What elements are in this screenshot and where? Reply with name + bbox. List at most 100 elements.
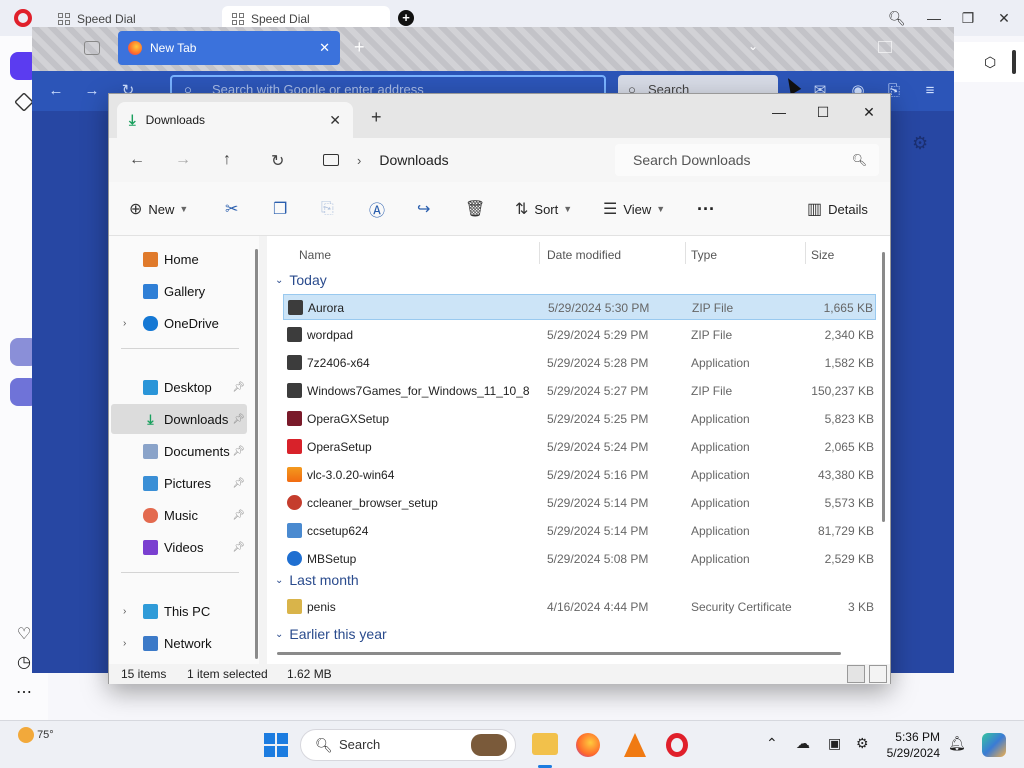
tiles-view-button[interactable] xyxy=(869,665,887,683)
chevron-up-icon[interactable]: ⌃ xyxy=(766,735,778,752)
notification-bell-icon[interactable]: 🔔︎ xyxy=(948,735,966,752)
chevron-right-icon[interactable]: › xyxy=(123,606,126,617)
copilot-icon[interactable] xyxy=(982,733,1006,757)
opera-taskbar-icon[interactable] xyxy=(666,733,688,757)
restore-icon[interactable]: ❐ xyxy=(960,10,976,26)
display-icon[interactable]: ▣ xyxy=(828,735,841,752)
close-icon[interactable]: ✕ xyxy=(996,10,1012,26)
pin-icon[interactable]: 📌︎ xyxy=(232,510,245,521)
column-header-type[interactable]: Type xyxy=(691,242,717,268)
back-icon[interactable]: ← xyxy=(48,83,64,99)
chevron-right-icon[interactable]: › xyxy=(123,318,126,329)
chevron-right-icon[interactable]: › xyxy=(123,638,126,649)
tab-list-icon[interactable] xyxy=(84,41,100,55)
explorer-tab-downloads[interactable]: ⤓ Downloads ✕ xyxy=(117,102,353,138)
close-tab-icon[interactable]: ✕ xyxy=(329,112,341,129)
pin-icon[interactable]: 📌︎ xyxy=(232,446,245,457)
maximize-button[interactable]: ☐ xyxy=(811,100,835,124)
share-button[interactable]: ↪ xyxy=(417,198,436,220)
horizontal-scrollbar[interactable] xyxy=(277,652,841,655)
column-divider[interactable] xyxy=(805,242,806,264)
rename-button[interactable]: Ⓐ xyxy=(369,198,391,220)
column-header-name[interactable]: Name xyxy=(299,242,331,268)
menu-bar-icon[interactable] xyxy=(1012,50,1016,74)
vlc-taskbar-icon[interactable] xyxy=(624,733,646,757)
taskbar-search[interactable]: 🔍︎ Search xyxy=(300,729,516,761)
nav-scrollbar[interactable] xyxy=(255,249,258,659)
cut-button[interactable]: ✂ xyxy=(225,198,244,220)
nav-item-this-pc[interactable]: › This PC xyxy=(111,596,247,626)
back-button[interactable]: ← xyxy=(129,151,145,169)
opera-new-tab-button[interactable]: + xyxy=(398,10,414,26)
file-row[interactable]: wordpad 5/29/2024 5:29 PM ZIP File 2,340… xyxy=(283,322,876,348)
nav-item-pictures[interactable]: Pictures 📌︎ xyxy=(111,468,247,498)
breadcrumb[interactable]: › Downloads xyxy=(315,144,605,176)
group-header-earlier-this-year[interactable]: ⌄ Earlier this year xyxy=(275,626,387,642)
windows-start-icon[interactable] xyxy=(264,733,288,757)
refresh-button[interactable]: ↻ xyxy=(271,151,284,171)
file-row[interactable]: vlc-3.0.20-win64 5/29/2024 5:16 PM Appli… xyxy=(283,462,876,488)
nav-item-desktop[interactable]: Desktop 📌︎ xyxy=(111,372,247,402)
sort-button[interactable]: ⇅ Sort ▼ xyxy=(515,198,572,220)
forward-button[interactable]: → xyxy=(175,151,191,169)
file-row[interactable]: OperaGXSetup 5/29/2024 5:25 PM Applicati… xyxy=(283,406,876,432)
gear-icon[interactable]: ⚙ xyxy=(912,133,928,154)
new-tab-icon[interactable]: + xyxy=(371,107,382,128)
firefox-tab-new-tab[interactable]: New Tab ✕ xyxy=(118,31,340,65)
group-header-today[interactable]: ⌄ Today xyxy=(275,272,327,288)
more-icon[interactable]: ⋯ xyxy=(10,682,38,710)
opera-logo-icon[interactable] xyxy=(14,9,32,27)
file-row[interactable]: ccsetup624 5/29/2024 5:14 PM Application… xyxy=(283,518,876,544)
settings-toggle-icon[interactable]: ⚙ xyxy=(856,735,869,752)
file-row[interactable]: Aurora 5/29/2024 5:30 PM ZIP File 1,665 … xyxy=(283,294,876,320)
column-header-size[interactable]: Size xyxy=(811,242,834,268)
vertical-scrollbar[interactable] xyxy=(882,252,885,522)
weather-widget[interactable]: 75° xyxy=(18,727,54,743)
nav-item-network[interactable]: › Network xyxy=(111,628,247,658)
group-header-last-month[interactable]: ⌄ Last month xyxy=(275,572,359,588)
nav-item-onedrive[interactable]: › OneDrive xyxy=(111,308,247,338)
nav-item-downloads[interactable]: ⤓ Downloads 📌︎ xyxy=(111,404,247,434)
details-view-button[interactable] xyxy=(847,665,865,683)
file-row[interactable]: ccleaner_browser_setup 5/29/2024 5:14 PM… xyxy=(283,490,876,516)
column-divider[interactable] xyxy=(539,242,540,264)
copy-button[interactable]: ❐ xyxy=(273,198,293,220)
details-button[interactable]: ▥ Details xyxy=(807,198,868,220)
file-row[interactable]: MBSetup 5/29/2024 5:08 PM Application 2,… xyxy=(283,546,876,572)
network-offline-icon[interactable]: ☁ xyxy=(796,735,810,752)
file-row[interactable]: 7z2406-x64 5/29/2024 5:28 PM Application… xyxy=(283,350,876,376)
file-row[interactable]: penis 4/16/2024 4:44 PM Security Certifi… xyxy=(283,594,876,620)
pin-icon[interactable]: 📌︎ xyxy=(232,478,245,489)
pinboard-icon[interactable] xyxy=(14,92,34,112)
minimize-icon[interactable]: — xyxy=(926,10,942,26)
extension-box-icon[interactable]: ⬡ xyxy=(984,54,996,71)
breadcrumb-downloads[interactable]: Downloads xyxy=(379,152,448,168)
hamburger-menu-icon[interactable]: ≡ xyxy=(922,83,938,99)
pin-icon[interactable]: 📌︎ xyxy=(232,542,245,553)
new-button[interactable]: ⊕ New ▼ xyxy=(129,198,188,220)
column-divider[interactable] xyxy=(685,242,686,264)
file-explorer-taskbar-icon[interactable] xyxy=(532,733,558,755)
minimize-button[interactable]: — xyxy=(767,100,791,124)
new-tab-icon[interactable]: + xyxy=(354,37,365,58)
up-button[interactable]: ↑ xyxy=(223,151,231,169)
column-header-date[interactable]: Date modified xyxy=(547,242,621,268)
pin-icon[interactable]: 📌︎ xyxy=(232,414,245,425)
file-row[interactable]: OperaSetup 5/29/2024 5:24 PM Application… xyxy=(283,434,876,460)
nav-item-videos[interactable]: Videos 📌︎ xyxy=(111,532,247,562)
view-button[interactable]: ☰ View ▼ xyxy=(603,198,665,220)
nav-item-documents[interactable]: Documents 📌︎ xyxy=(111,436,247,466)
delete-button[interactable]: 🗑︎ xyxy=(465,198,491,220)
search-input[interactable]: Search Downloads 🔍︎ xyxy=(615,144,879,176)
paste-button[interactable]: ⎘ xyxy=(321,198,340,220)
close-tab-icon[interactable]: ✕ xyxy=(319,40,330,56)
nav-item-music[interactable]: Music 📌︎ xyxy=(111,500,247,530)
close-button[interactable]: ✕ xyxy=(857,100,881,124)
file-row[interactable]: Windows7Games_for_Windows_11_10_8 5/29/2… xyxy=(283,378,876,404)
more-options-button[interactable]: ··· xyxy=(697,198,715,220)
nav-item-home[interactable]: Home xyxy=(111,244,247,274)
nav-item-gallery[interactable]: Gallery xyxy=(111,276,247,306)
firefox-taskbar-icon[interactable] xyxy=(576,733,600,757)
pin-icon[interactable]: 📌︎ xyxy=(232,382,245,393)
system-clock[interactable]: 5:36 PM 5/29/2024 xyxy=(870,729,940,761)
